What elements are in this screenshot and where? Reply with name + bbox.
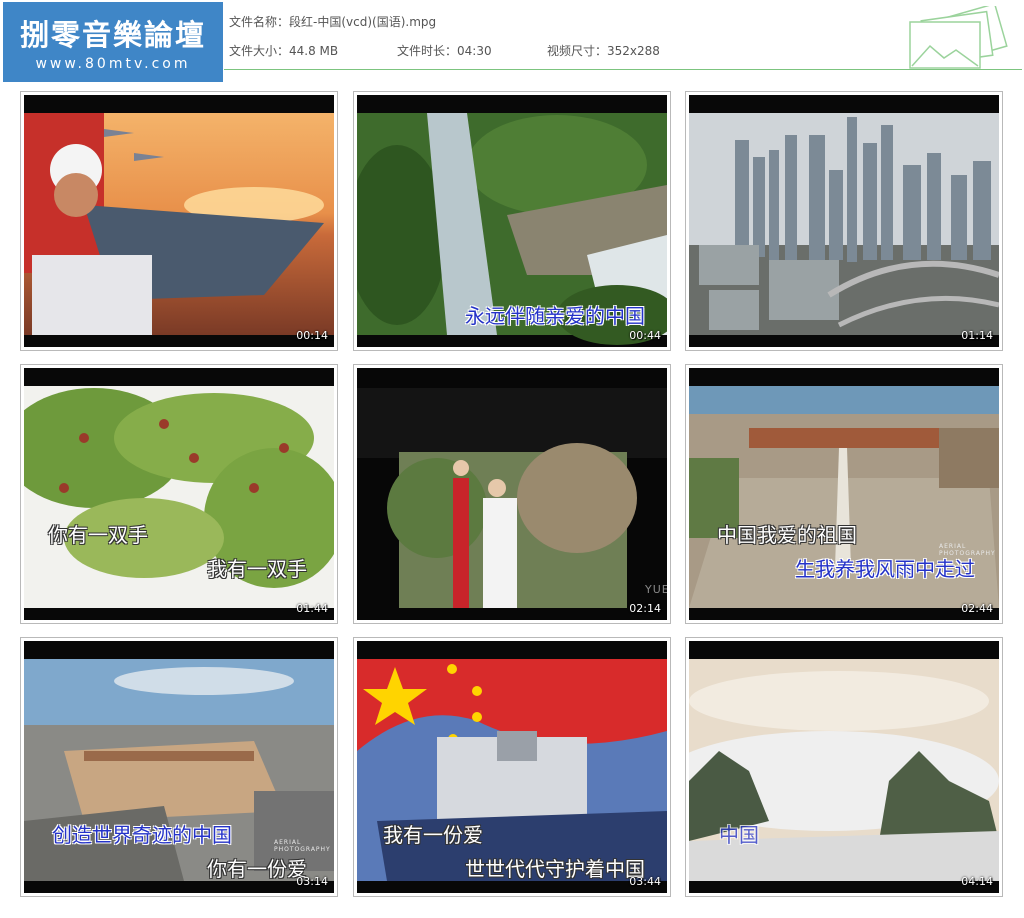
video-thumbnail[interactable]: 中国 04:14 xyxy=(685,637,1003,897)
file-size-value: 44.8 MB xyxy=(289,44,339,58)
timestamp: 00:44 xyxy=(629,329,661,342)
video-thumbnail[interactable]: 01:14 xyxy=(685,91,1003,351)
picture-stack-icon xyxy=(906,2,1012,70)
video-thumbnail[interactable]: 创造世界奇迹的中国 你有一份爱 AERIAL PHOTOGRAPHY 03:14 xyxy=(20,637,338,897)
thumbnail-grid: 00:14 永远伴随亲爱的中国 00:44 01:14 你有一双手 我有一双手 … xyxy=(20,91,1006,901)
file-size-label: 文件大小： xyxy=(229,44,290,58)
duration-value: 04:30 xyxy=(457,44,492,58)
video-frame: YUE 02:14 xyxy=(357,368,667,620)
subtitle-line: 创造世界奇迹的中国 xyxy=(52,823,232,847)
duration-row: 文件时长：04:30 xyxy=(397,42,492,59)
timestamp: 01:14 xyxy=(961,329,993,342)
duration-label: 文件时长： xyxy=(397,44,458,58)
video-thumbnail[interactable]: 00:14 xyxy=(20,91,338,351)
timestamp: 03:14 xyxy=(296,875,328,888)
brand-name: 捌零音樂論壇 xyxy=(19,18,206,52)
subtitle-line: 世世代代守护着中国 xyxy=(465,857,645,881)
video-thumbnail[interactable]: 中国我爱的祖国 生我养我风雨中走过 AERIAL PHOTOGRAPHY 02:… xyxy=(685,364,1003,624)
file-name-value: 段红-中国(vcd)(国语).mpg xyxy=(289,15,437,29)
video-thumbnail[interactable]: 你有一双手 我有一双手 01:44 xyxy=(20,364,338,624)
video-frame: 01:14 xyxy=(689,95,999,347)
video-frame: 中国我爱的祖国 生我养我风雨中走过 AERIAL PHOTOGRAPHY 02:… xyxy=(689,368,999,620)
video-thumbnail[interactable]: YUE 02:14 xyxy=(353,364,671,624)
dimensions-row: 视频尺寸：352x288 xyxy=(547,42,660,59)
subtitle-line: 生我养我风雨中走过 xyxy=(795,557,975,581)
video-frame: 00:14 xyxy=(24,95,334,347)
video-frame: 中国 04:14 xyxy=(689,641,999,893)
video-frame: 永远伴随亲爱的中国 00:44 xyxy=(357,95,667,347)
timestamp: 00:14 xyxy=(296,329,328,342)
header-divider xyxy=(224,69,1022,70)
timestamp: 03:44 xyxy=(629,875,661,888)
video-frame: 创造世界奇迹的中国 你有一份爱 AERIAL PHOTOGRAPHY 03:14 xyxy=(24,641,334,893)
video-thumbnail[interactable]: 永远伴随亲爱的中国 00:44 xyxy=(353,91,671,351)
site-logo: 捌零音樂論壇 www.80mtv.com xyxy=(3,2,223,82)
video-thumbnail[interactable]: 我有一份爱 世世代代守护着中国 03:44 xyxy=(353,637,671,897)
timestamp: 01:44 xyxy=(296,602,328,615)
subtitle-line: 中国我爱的祖国 xyxy=(717,523,857,547)
subtitle-line: 永远伴随亲爱的中国 xyxy=(465,304,645,328)
watermark: YUE xyxy=(645,583,667,596)
file-size-row: 文件大小：44.8 MB xyxy=(229,42,338,59)
dimensions-value: 352x288 xyxy=(607,44,660,58)
subtitle-line: 你有一份爱 xyxy=(207,857,307,881)
subtitle-line: 我有一双手 xyxy=(207,557,307,581)
brand-url: www.80mtv.com xyxy=(35,56,191,72)
timestamp: 02:14 xyxy=(629,602,661,615)
video-frame: 我有一份爱 世世代代守护着中国 03:44 xyxy=(357,641,667,893)
file-name-label: 文件名称： xyxy=(229,15,290,29)
dimensions-label: 视频尺寸： xyxy=(547,44,608,58)
timestamp: 04:14 xyxy=(961,875,993,888)
subtitle-line: 我有一份爱 xyxy=(383,823,483,847)
timestamp: 02:44 xyxy=(961,602,993,615)
subtitle-line: 你有一双手 xyxy=(48,523,148,547)
subtitle-line: 中国 xyxy=(719,823,759,847)
watermark: AERIAL PHOTOGRAPHY xyxy=(939,543,996,557)
file-name-row: 文件名称：段红-中国(vcd)(国语).mpg xyxy=(229,13,436,30)
video-frame: 你有一双手 我有一双手 01:44 xyxy=(24,368,334,620)
watermark: AERIAL PHOTOGRAPHY xyxy=(274,839,331,853)
